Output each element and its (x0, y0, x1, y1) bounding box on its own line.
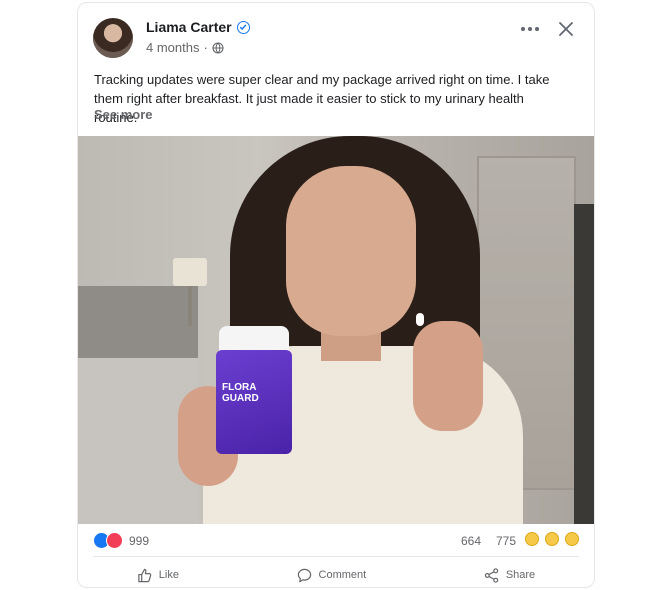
wow-emoji-icon (545, 532, 559, 546)
comment-icon (297, 568, 311, 582)
reactions-bar: 999 664 775 (93, 532, 579, 552)
post-text: Tracking updates were super clear and my… (94, 72, 550, 125)
author-name[interactable]: Liama Carter (146, 19, 232, 35)
reaction-count[interactable]: 999 (129, 534, 149, 548)
post-card: Liama Carter 4 months · Tracking updates… (77, 2, 595, 588)
post-meta: 4 months · (146, 40, 224, 55)
share-label: Share (505, 569, 536, 581)
post-header: Liama Carter 4 months · (93, 16, 579, 60)
like-label: Like (158, 569, 179, 581)
see-more-link[interactable]: See more (94, 107, 153, 122)
emoji-reactions[interactable] (525, 532, 579, 546)
lamp-base (188, 286, 192, 326)
more-dots-icon[interactable] (521, 27, 539, 31)
verified-badge-icon (236, 20, 250, 34)
comment-count[interactable]: 664 (461, 534, 481, 548)
like-button[interactable]: Like (137, 564, 179, 586)
love-eyes-emoji-icon (565, 532, 579, 546)
share-count[interactable]: 775 (496, 534, 516, 548)
globe-icon (212, 41, 224, 54)
reaction-icons[interactable] (93, 532, 123, 549)
comment-label: Comment (318, 569, 367, 581)
meta-separator: · (203, 40, 208, 55)
product-name: FLORA GUARD (222, 382, 259, 404)
share-button[interactable]: Share (484, 564, 535, 586)
share-icon (484, 567, 499, 583)
comment-button[interactable]: Comment (297, 564, 367, 586)
avatar[interactable] (93, 18, 133, 58)
love-reaction-icon (106, 532, 123, 549)
pill (416, 313, 424, 326)
thumbs-up-icon (138, 568, 152, 582)
post-time[interactable]: 4 months (146, 40, 199, 55)
lamp-shade (173, 258, 207, 286)
product-bottle: FLORA GUARD (216, 326, 292, 454)
laugh-emoji-icon (525, 532, 539, 546)
close-icon[interactable] (559, 22, 573, 36)
post-actions: Like Comment Share (78, 564, 594, 586)
bottle-label: FLORA GUARD (216, 350, 292, 454)
mirror (574, 204, 594, 524)
right-hand (413, 321, 483, 431)
divider (93, 556, 579, 557)
post-photo[interactable]: FLORA GUARD (78, 136, 594, 524)
author-row: Liama Carter (146, 19, 250, 35)
face (286, 166, 416, 336)
header-actions (521, 22, 573, 36)
